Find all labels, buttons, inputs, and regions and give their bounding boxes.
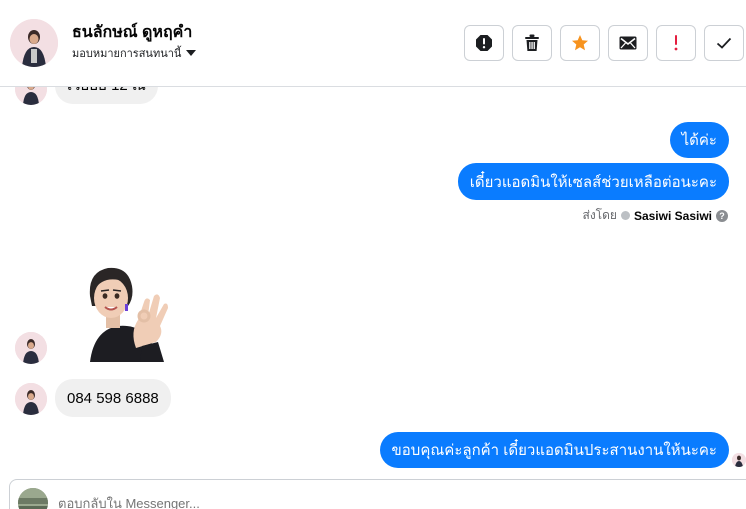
- assign-conversation-dropdown[interactable]: มอบหมายการสนทนานี้: [72, 44, 197, 62]
- message-text: 084 598 6888: [67, 389, 159, 407]
- read-receipt-avatar: [732, 453, 746, 467]
- message-bubble-incoming[interactable]: 084 598 6888: [55, 379, 171, 417]
- inbox-conversation: ธนลักษณ์ ดูหฤคำ มอบหมายการสนทนานี้ ได้ค่…: [0, 0, 746, 509]
- message-text: เดี๋ยวแอดมินให้เซลส์ช่วยเหลือต่อนะคะ: [469, 173, 717, 191]
- message-bubble-outgoing[interactable]: ได้ค่ะ: [669, 122, 729, 158]
- customer-avatar: [15, 383, 47, 415]
- help-icon[interactable]: ?: [716, 209, 728, 222]
- follow-up-button[interactable]: [656, 25, 696, 61]
- message-text: ขอบคุณค่ะลูกค้า เดี๋ยวแอดมินประสานงานให้…: [391, 442, 717, 459]
- page-avatar: [18, 488, 48, 509]
- contact-name: ธนลักษณ์ ดูหฤคำ: [72, 24, 193, 41]
- contact-avatar[interactable]: [10, 19, 58, 67]
- mark-spam-button[interactable]: [464, 25, 504, 61]
- star-button[interactable]: [560, 25, 600, 61]
- assign-label: มอบหมายการสนทนานี้: [72, 48, 182, 60]
- message-text: ได้ค่ะ: [681, 132, 717, 149]
- customer-avatar: [15, 332, 47, 364]
- sticker-avatar-ok[interactable]: [78, 262, 178, 362]
- header-actions: [464, 25, 744, 61]
- caret-down-icon: [186, 50, 197, 56]
- check-icon: [716, 37, 732, 49]
- message-list[interactable]: เวียยย 12 ณ ได้ค่ะ เดี๋ยวแอดมินให้เซลส์ช…: [0, 66, 746, 479]
- reply-input[interactable]: [58, 496, 658, 509]
- delete-button[interactable]: [512, 25, 552, 61]
- message-bubble-outgoing[interactable]: ขอบคุณค่ะลูกค้า เดี๋ยวแอดมินประสานงานให้…: [379, 432, 729, 468]
- exclamation-icon: [674, 35, 678, 51]
- sent-by-prefix: ส่งโดย: [582, 208, 617, 222]
- sent-by-line: ส่งโดย Sasiwi Sasiwi ?: [582, 206, 728, 225]
- reply-composer: [9, 479, 746, 509]
- mark-unread-button[interactable]: [608, 25, 648, 61]
- verified-dot-icon: [620, 211, 630, 220]
- alert-octagon-icon: [476, 35, 492, 51]
- message-bubble-outgoing[interactable]: เดี๋ยวแอดมินให้เซลส์ช่วยเหลือต่อนะคะ: [457, 163, 729, 200]
- envelope-icon: [619, 36, 637, 50]
- star-icon: [572, 35, 588, 51]
- conversation-header: ธนลักษณ์ ดูหฤคำ มอบหมายการสนทนานี้: [0, 0, 746, 87]
- trash-icon: [525, 34, 539, 51]
- agent-name[interactable]: Sasiwi Sasiwi: [634, 209, 712, 223]
- mark-done-button[interactable]: [704, 25, 744, 61]
